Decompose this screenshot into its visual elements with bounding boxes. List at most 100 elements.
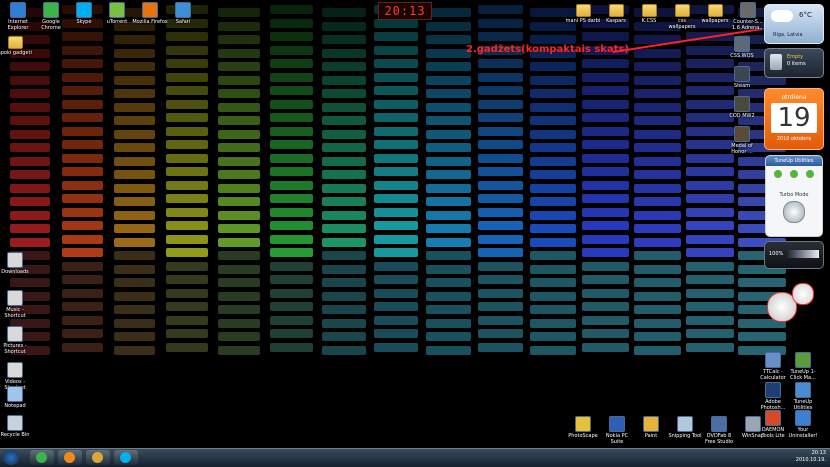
recycle-bin-glyph-icon	[7, 415, 23, 431]
css-wos-glyph-icon	[734, 36, 750, 52]
dvdfab-glyph-icon	[711, 416, 727, 432]
tuneup-mode: Turbo Mode	[779, 192, 809, 198]
your-uninstaller-icon[interactable]: Your Uninstaller!	[785, 410, 821, 439]
tuneup-title: TuneUp Utilities	[766, 156, 822, 166]
taskbar-explorer-icon[interactable]	[86, 450, 110, 465]
dvdfab-icon[interactable]: DVDFab 8 Free Studio	[701, 416, 737, 445]
tray-clock[interactable]: 20:13 2010.10.19.	[796, 450, 826, 464]
steam-glyph-icon	[734, 66, 750, 82]
spoki-gadgets-folder-glyph-icon	[7, 36, 23, 49]
taskbar-explorer-glyph-icon	[92, 452, 103, 463]
recycle-gadget-title: Empty	[787, 54, 804, 60]
annotation-arrow	[612, 28, 763, 53]
css-wos-icon[interactable]: CSS.WOS	[724, 36, 760, 59]
nokia-pc-suite-glyph-icon	[609, 416, 625, 432]
meter-gadget[interactable]: 100%	[764, 241, 824, 269]
start-button[interactable]	[3, 450, 19, 465]
kaspars-folder-icon[interactable]: Kaspars	[598, 2, 634, 24]
icon-label: PhotoScape	[568, 433, 598, 439]
wallpapers-folder-icon[interactable]: wallpapers	[697, 2, 733, 24]
icon-label: Music - Shortcut	[4, 307, 26, 319]
cod-mw2-glyph-icon	[734, 96, 750, 112]
recycle-bin-icon[interactable]: Recycle Bin	[0, 415, 33, 438]
taskbar-skype-glyph-icon	[120, 452, 131, 463]
icon-label: spoki gadgeti	[0, 50, 32, 56]
nokia-pc-suite-icon[interactable]: Nokia PC Suite	[599, 416, 635, 445]
pictures-shortcut-glyph-icon	[7, 326, 23, 342]
weather-gadget[interactable]: 6°C Riga, Latvia	[764, 4, 824, 44]
css-wallpapers-folder-glyph-icon	[674, 4, 690, 17]
taskbar-chrome-glyph-icon	[36, 452, 47, 463]
google-chrome-glyph-icon	[43, 2, 59, 18]
notepad-icon[interactable]: Notepad	[0, 386, 33, 409]
safari-glyph-icon	[175, 2, 191, 18]
icon-label: WinSnap	[742, 433, 764, 439]
icon-label: Google Chrome	[41, 19, 61, 31]
mani-ps-darbi-folder-icon[interactable]: mani PS darbi	[565, 2, 601, 24]
calendar-month-year: 2010 oktobris	[776, 136, 812, 142]
icon-label: Notepad	[4, 403, 26, 409]
utorrent-icon[interactable]: uTorrent	[99, 2, 135, 25]
spoki-gadgets-folder-icon[interactable]: spoki gadgeti	[0, 34, 33, 56]
internet-explorer-icon[interactable]: Internet Explorer	[0, 2, 36, 31]
google-chrome-icon[interactable]: Google Chrome	[33, 2, 69, 31]
tuneup-checks	[770, 170, 818, 184]
notepad-glyph-icon	[7, 386, 23, 402]
windsap-glyph-icon	[745, 416, 761, 432]
tuneup-utilities-icon[interactable]: TuneUp Utilities	[785, 382, 821, 411]
calendar-weekday: otrdiena	[781, 94, 807, 101]
css-wallpapers-folder-icon[interactable]: css wallpapers	[664, 2, 700, 30]
your-uninstaller-glyph-icon	[795, 410, 811, 426]
counter-strike-icon[interactable]: Counter-S... 1.6 Adrena...	[730, 2, 766, 31]
tray-time: 20:13	[811, 450, 826, 456]
pictures-shortcut-icon[interactable]: Pictures - Shortcut	[0, 326, 33, 355]
check-icon	[774, 170, 782, 178]
recycle-gadget-subtitle: 0 items	[787, 61, 806, 67]
taskbar-skype-icon[interactable]	[114, 450, 138, 465]
safari-icon[interactable]: Safari	[165, 2, 201, 25]
medal-of-honor-icon[interactable]: Medal of Honor ...	[724, 126, 760, 155]
tray-date: 2010.10.19.	[795, 457, 826, 463]
paint-glyph-icon	[643, 416, 659, 432]
taskbar-chrome-icon[interactable]	[30, 450, 54, 465]
steam-icon[interactable]: Steam	[724, 66, 760, 89]
paint-icon[interactable]: Paint	[633, 416, 669, 439]
downloads-shortcut-icon[interactable]: Downloads	[0, 252, 33, 275]
tuneup-1-click-glyph-icon	[795, 352, 811, 368]
ttcalc-glyph-icon	[765, 352, 781, 368]
cod-mw2-icon[interactable]: COD MW2	[724, 96, 760, 119]
icon-label: Pictures - Shortcut	[3, 343, 27, 355]
snipping-tool-icon[interactable]: Snipping Tool	[667, 416, 703, 439]
icon-label: Steam	[733, 83, 751, 89]
adobe-photoshop-glyph-icon	[765, 382, 781, 398]
taskbar-vlc-glyph-icon	[64, 452, 75, 463]
power-toggle-button[interactable]	[783, 201, 805, 223]
taskbar-vlc-icon[interactable]	[58, 450, 82, 465]
check-icon	[806, 170, 814, 178]
windsap-icon[interactable]: WinSnap	[735, 416, 771, 439]
skype-glyph-icon	[76, 2, 92, 18]
mozilla-firefox-icon[interactable]: Mozilla Firefox	[132, 2, 168, 25]
utorrent-glyph-icon	[109, 2, 125, 18]
tuneup-gadget[interactable]: TuneUp Utilities Turbo Mode	[765, 155, 823, 237]
clock-blob-gadget[interactable]	[764, 280, 818, 324]
icon-label: Nokia PC Suite	[605, 433, 629, 445]
tuneup-1-click-icon[interactable]: TuneUp 1-Click Ma...	[785, 352, 821, 381]
recycle-bin-gadget[interactable]: Empty 0 items	[764, 48, 824, 78]
photoscape-glyph-icon	[575, 416, 591, 432]
icon-label: Downloads	[1, 269, 29, 275]
weather-temp: 6°C	[799, 11, 812, 19]
annotation-text: 2.gadžets(kompaktais skats)	[466, 44, 629, 55]
icon-label: Mozilla Firefox	[132, 19, 168, 25]
photoscape-icon[interactable]: PhotoScape	[565, 416, 601, 439]
k-css-folder-icon[interactable]: K.CSS	[631, 2, 667, 24]
calendar-gadget[interactable]: otrdiena 19 2010 oktobris	[764, 88, 824, 150]
taskbar: 20:13 2010.10.19.	[0, 448, 830, 467]
calendar-day: 19	[771, 103, 817, 133]
blob-circle-small	[792, 283, 814, 305]
counter-strike-glyph-icon	[740, 2, 756, 18]
icon-label: TuneUp 1-Click Ma...	[790, 369, 816, 381]
icon-label: Your Uninstaller!	[788, 427, 818, 439]
music-shortcut-icon[interactable]: Music - Shortcut	[0, 290, 33, 319]
skype-icon[interactable]: Skype	[66, 2, 102, 25]
